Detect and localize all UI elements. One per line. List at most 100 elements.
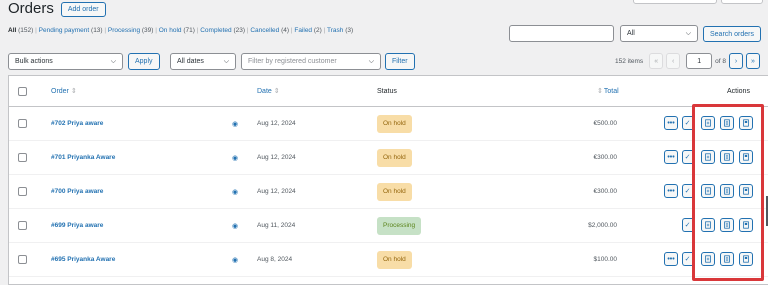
row-checkbox[interactable] <box>18 255 27 264</box>
document-icon[interactable] <box>701 252 715 266</box>
status-badge: On hold <box>377 114 412 133</box>
customer-filter-select[interactable]: Filter by registered customer ⌵ <box>241 53 381 70</box>
label-icon[interactable] <box>739 184 753 198</box>
checkmark-icon[interactable]: ✓ <box>682 150 692 164</box>
dates-select[interactable]: All dates ⌵ <box>170 53 236 70</box>
eye-icon[interactable]: ◉ <box>232 188 238 196</box>
filter-completed[interactable]: Completed (23) <box>200 27 245 34</box>
table-row[interactable]: #699 Priya aware ◉ Aug 11, 2024 Processing $… <box>9 209 768 243</box>
add-order-button[interactable]: Add order <box>60 1 106 17</box>
dates-value: All dates <box>177 58 204 65</box>
column-status-label: Status <box>377 87 397 95</box>
list-document-icon[interactable] <box>720 116 734 130</box>
screen-options-button[interactable] <box>633 0 717 4</box>
order-total: €300.00 <box>593 154 618 161</box>
checkmark-icon[interactable]: ✓ <box>682 184 692 198</box>
select-all-checkbox[interactable] <box>18 86 27 96</box>
ellipsis-icon[interactable]: ••• <box>664 184 678 198</box>
apply-button[interactable]: Apply <box>128 53 160 70</box>
table-row[interactable]: #701 Priyanka Aware ◉ Aug 12, 2024 On hold €… <box>9 141 768 175</box>
sort-arrows-icon: ⇕ <box>70 88 77 95</box>
order-date: Aug 12, 2024 <box>257 188 296 195</box>
label-icon[interactable] <box>739 218 753 232</box>
customer-filter-placeholder: Filter by registered customer <box>248 58 337 65</box>
title-row: Orders Add order <box>8 0 106 18</box>
next-page-button[interactable]: › <box>729 53 743 69</box>
bulk-actions-select[interactable]: Bulk actions ⌵ <box>8 53 123 70</box>
column-date[interactable]: Date ⇕ <box>257 76 280 106</box>
table-row[interactable]: #695 Priyanka Aware ◉ Aug 8, 2024 On hold $1… <box>9 243 768 277</box>
filter-cancelled[interactable]: Cancelled (4) <box>250 27 289 34</box>
checkmark-icon[interactable]: ✓ <box>682 218 692 232</box>
label-icon[interactable] <box>739 252 753 266</box>
ellipsis-icon[interactable]: ••• <box>664 150 678 164</box>
filter-trash[interactable]: Trash (3) <box>327 27 353 34</box>
bulk-actions-value: Bulk actions <box>15 58 53 65</box>
list-document-icon[interactable] <box>720 252 734 266</box>
order-date: Aug 12, 2024 <box>257 120 296 127</box>
chevron-down-icon: ⌵ <box>685 29 691 37</box>
document-icon[interactable] <box>701 116 715 130</box>
column-date-label: Date <box>257 87 272 95</box>
label-icon[interactable] <box>739 116 753 130</box>
document-icon[interactable] <box>701 150 715 164</box>
first-page-button[interactable]: « <box>649 53 664 69</box>
filter-failed[interactable]: Failed (2) <box>294 27 321 34</box>
order-date: Aug 11, 2024 <box>257 222 296 229</box>
table-header: Order ⇕ Date ⇕ Status ⇕ Total Actions <box>9 76 768 107</box>
help-button[interactable] <box>721 0 763 4</box>
document-icon[interactable] <box>701 218 715 232</box>
filter-all[interactable]: All (152) <box>8 27 33 34</box>
column-actions-label: Actions <box>727 87 750 95</box>
ellipsis-icon[interactable]: ••• <box>664 116 678 130</box>
row-checkbox[interactable] <box>18 119 27 128</box>
filter-processing[interactable]: Processing (39) <box>108 27 154 34</box>
row-checkbox[interactable] <box>18 221 27 230</box>
search-input[interactable] <box>509 25 614 42</box>
filter-button[interactable]: Filter <box>385 53 415 70</box>
items-count: 152 items <box>614 57 644 65</box>
sort-arrows-icon: ⇕ <box>597 88 603 95</box>
order-link[interactable]: #700 Priya aware <box>51 188 103 195</box>
prev-page-button[interactable]: ‹ <box>666 53 681 69</box>
status-badge: On hold <box>377 250 412 269</box>
label-icon[interactable] <box>739 150 753 164</box>
order-link[interactable]: #695 Priyanka Aware <box>51 256 115 263</box>
last-page-button[interactable]: » <box>746 53 760 69</box>
eye-icon[interactable]: ◉ <box>232 222 238 230</box>
status-filter-links: All (152) | Pending payment (13) | Proce… <box>8 27 354 34</box>
table-row[interactable]: #700 Priya aware ◉ Aug 12, 2024 On hold €300… <box>9 175 768 209</box>
row-checkbox[interactable] <box>18 153 27 162</box>
ellipsis-icon[interactable]: ••• <box>664 252 678 266</box>
order-date: Aug 12, 2024 <box>257 154 296 161</box>
column-actions: Actions <box>727 76 750 106</box>
eye-icon[interactable]: ◉ <box>232 256 238 264</box>
list-document-icon[interactable] <box>720 218 734 232</box>
checkmark-icon[interactable]: ✓ <box>682 116 692 130</box>
order-date: Aug 8, 2024 <box>257 256 293 263</box>
order-link[interactable]: #699 Priya aware <box>51 222 103 229</box>
search-scope-value: All <box>627 30 635 37</box>
eye-icon[interactable]: ◉ <box>232 120 238 128</box>
filter-pending-payment[interactable]: Pending payment (13) <box>39 27 103 34</box>
checkmark-icon[interactable]: ✓ <box>682 252 692 266</box>
column-total[interactable]: ⇕ Total <box>597 76 619 106</box>
list-document-icon[interactable] <box>720 184 734 198</box>
filter-on-hold[interactable]: On hold (71) <box>159 27 195 34</box>
current-page-input[interactable]: 1 <box>686 53 713 69</box>
search-scope-select[interactable]: All ⌵ <box>620 25 698 42</box>
search-orders-button[interactable]: Search orders <box>703 26 761 42</box>
column-order[interactable]: Order ⇕ <box>51 76 77 106</box>
eye-icon[interactable]: ◉ <box>232 154 238 162</box>
table-row[interactable]: #702 Priya aware ◉ Aug 12, 2024 On hold €500… <box>9 107 768 141</box>
row-checkbox[interactable] <box>18 187 27 196</box>
chevron-down-icon: ⌵ <box>223 57 229 65</box>
list-document-icon[interactable] <box>720 150 734 164</box>
order-link[interactable]: #702 Priya aware <box>51 120 103 127</box>
order-link[interactable]: #701 Priyanka Aware <box>51 154 115 161</box>
order-total: $100.00 <box>593 256 618 263</box>
pagination: 152 items « ‹ 1 of 8 › » <box>615 53 760 69</box>
document-icon[interactable] <box>701 184 715 198</box>
order-total: €300.00 <box>593 188 618 195</box>
column-total-label: Total <box>603 87 619 95</box>
